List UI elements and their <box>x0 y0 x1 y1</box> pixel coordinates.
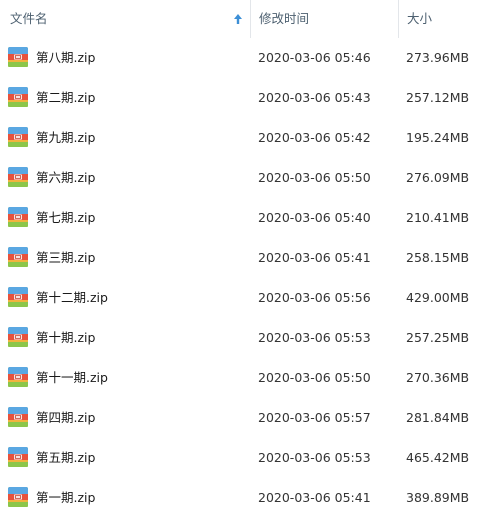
file-modified: 2020-03-06 05:50 <box>258 370 371 385</box>
file-size: 465.42MB <box>406 450 470 465</box>
file-size: 389.89MB <box>406 490 470 505</box>
file-name: 第一期.zip <box>36 490 96 505</box>
file-modified: 2020-03-06 05:41 <box>258 250 371 265</box>
file-size: 258.15MB <box>406 250 470 265</box>
zip-archive-icon <box>8 87 28 107</box>
file-name: 第八期.zip <box>36 50 96 65</box>
file-size: 273.96MB <box>406 50 470 65</box>
file-name: 第六期.zip <box>36 170 96 185</box>
zip-archive-icon <box>8 127 28 147</box>
file-modified: 2020-03-06 05:43 <box>258 90 371 105</box>
file-modified: 2020-03-06 05:50 <box>258 170 371 185</box>
file-modified: 2020-03-06 05:53 <box>258 450 371 465</box>
column-header-size-label: 大小 <box>407 11 433 26</box>
file-name: 第七期.zip <box>36 210 96 225</box>
file-modified: 2020-03-06 05:57 <box>258 410 371 425</box>
file-name: 第三期.zip <box>36 250 96 265</box>
file-size: 281.84MB <box>406 410 470 425</box>
column-header-size[interactable]: 大小 <box>398 0 478 38</box>
zip-archive-icon <box>8 207 28 227</box>
file-size: 429.00MB <box>406 290 470 305</box>
file-row[interactable]: 第五期.zip 2020-03-06 05:53 465.42MB <box>0 438 478 478</box>
file-modified: 2020-03-06 05:41 <box>258 490 371 505</box>
file-name: 第十一期.zip <box>36 370 108 385</box>
zip-archive-icon <box>8 247 28 267</box>
file-row[interactable]: 第十二期.zip 2020-03-06 05:56 429.00MB <box>0 278 478 318</box>
file-list: 第八期.zip 2020-03-06 05:46 273.96MB 第二期.zi… <box>0 38 478 518</box>
file-row[interactable]: 第二期.zip 2020-03-06 05:43 257.12MB <box>0 78 478 118</box>
file-size: 270.36MB <box>406 370 470 385</box>
zip-archive-icon <box>8 327 28 347</box>
file-size: 195.24MB <box>406 130 470 145</box>
file-size: 276.09MB <box>406 170 470 185</box>
file-row[interactable]: 第八期.zip 2020-03-06 05:46 273.96MB <box>0 38 478 78</box>
file-modified: 2020-03-06 05:46 <box>258 50 371 65</box>
zip-archive-icon <box>8 47 28 67</box>
file-modified: 2020-03-06 05:40 <box>258 210 371 225</box>
zip-archive-icon <box>8 447 28 467</box>
zip-archive-icon <box>8 487 28 507</box>
file-name: 第二期.zip <box>36 90 96 105</box>
file-size: 257.12MB <box>406 90 470 105</box>
column-header-name[interactable]: 文件名 <box>0 0 250 38</box>
file-modified: 2020-03-06 05:42 <box>258 130 371 145</box>
zip-archive-icon <box>8 167 28 187</box>
zip-archive-icon <box>8 407 28 427</box>
zip-archive-icon <box>8 287 28 307</box>
file-row[interactable]: 第十期.zip 2020-03-06 05:53 257.25MB <box>0 318 478 358</box>
file-row[interactable]: 第六期.zip 2020-03-06 05:50 276.09MB <box>0 158 478 198</box>
file-row[interactable]: 第四期.zip 2020-03-06 05:57 281.84MB <box>0 398 478 438</box>
column-header-modified[interactable]: 修改时间 <box>250 0 398 38</box>
column-header-modified-label: 修改时间 <box>259 11 310 26</box>
column-header-name-label: 文件名 <box>10 11 48 26</box>
arrow-up-icon[interactable] <box>232 13 244 25</box>
file-size: 257.25MB <box>406 330 470 345</box>
file-row[interactable]: 第七期.zip 2020-03-06 05:40 210.41MB <box>0 198 478 238</box>
file-name: 第十期.zip <box>36 330 96 345</box>
file-size: 210.41MB <box>406 210 470 225</box>
file-row[interactable]: 第十一期.zip 2020-03-06 05:50 270.36MB <box>0 358 478 398</box>
column-header: 文件名 修改时间 大小 <box>0 0 478 38</box>
file-modified: 2020-03-06 05:53 <box>258 330 371 345</box>
file-name: 第九期.zip <box>36 130 96 145</box>
file-modified: 2020-03-06 05:56 <box>258 290 371 305</box>
zip-archive-icon <box>8 367 28 387</box>
file-name: 第十二期.zip <box>36 290 108 305</box>
file-row[interactable]: 第九期.zip 2020-03-06 05:42 195.24MB <box>0 118 478 158</box>
file-name: 第四期.zip <box>36 410 96 425</box>
file-row[interactable]: 第一期.zip 2020-03-06 05:41 389.89MB <box>0 478 478 518</box>
file-row[interactable]: 第三期.zip 2020-03-06 05:41 258.15MB <box>0 238 478 278</box>
file-name: 第五期.zip <box>36 450 96 465</box>
